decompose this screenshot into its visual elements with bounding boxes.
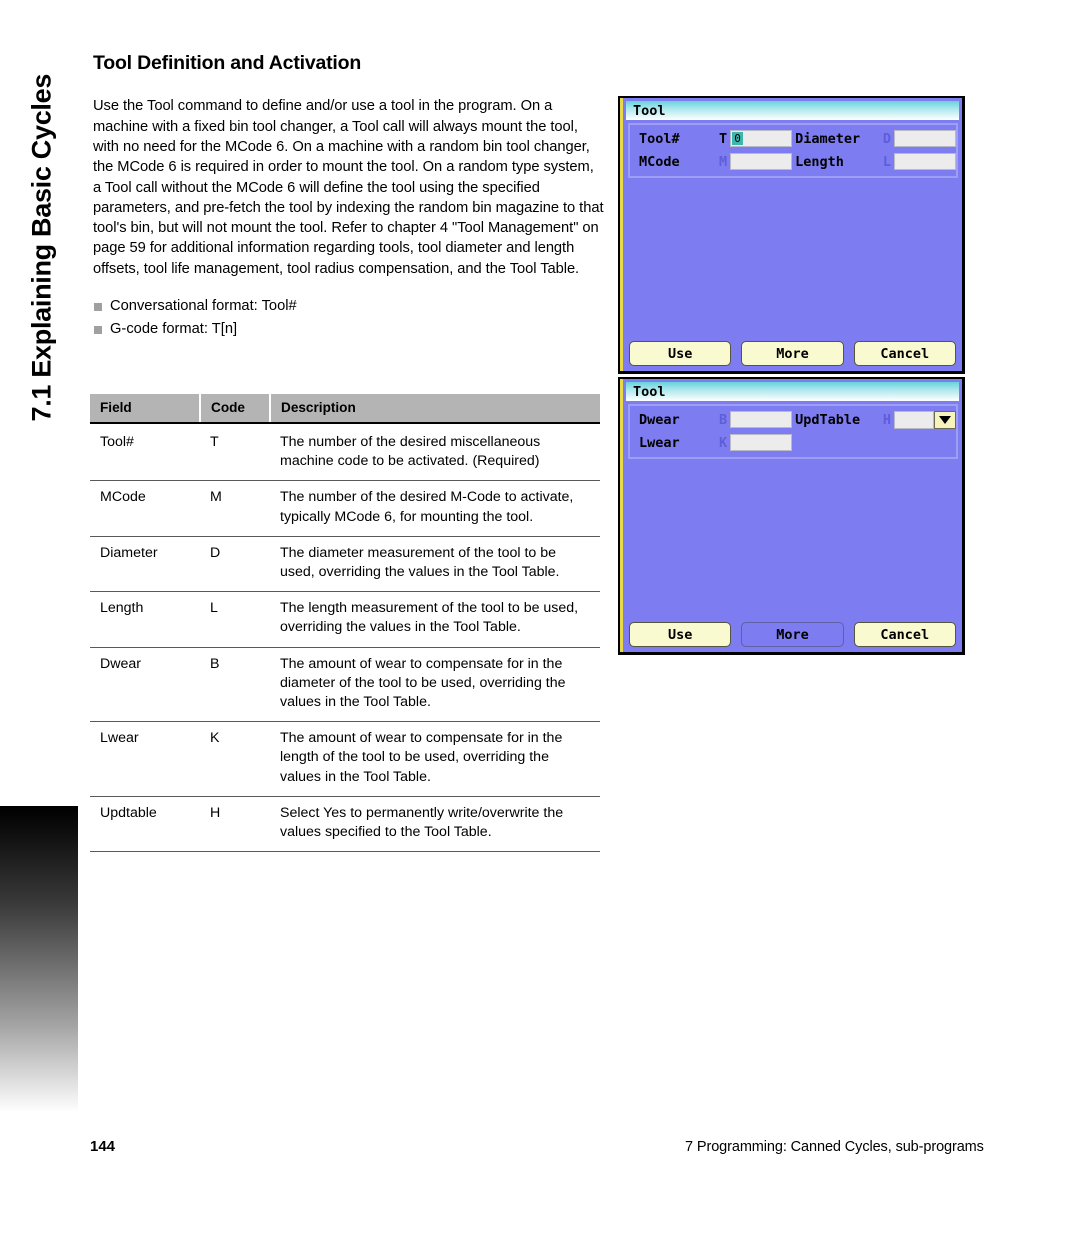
field-reference-table: Field Code Description Tool# T The numbe… [90,394,600,853]
cell-field: Diameter [90,536,200,593]
field-label: Length [795,153,844,170]
table-header-row: Field Code Description [90,394,600,424]
dialog-titlebar-page1: Tool [626,101,959,120]
table-row: Tool# T The number of the desired miscel… [90,423,600,482]
cancel-button[interactable]: Cancel [853,341,956,366]
field-label: UpdTable [795,411,861,428]
field-label: MCode [639,153,680,170]
cell-description: The number of the desired miscellaneous … [270,423,600,482]
dialog-empty-area-page2 [623,459,962,622]
field-group-page1: Tool# T 0 Diameter D MCode M Length L [628,123,958,178]
dialog-empty-area-page1 [623,178,962,341]
field-code: M [719,153,728,170]
dialog-button-bar-page1: Use More Cancel [623,341,962,371]
cell-field: Lwear [90,721,200,797]
column-header-description: Description [270,394,600,424]
field-label: Dwear [639,411,680,428]
body-paragraph: Use the Tool command to define and/or us… [93,98,604,277]
cell-description: The amount of wear to compensate for in … [270,647,600,723]
field-code: B [719,411,728,428]
field-length[interactable]: Length L [792,153,956,170]
table-row: Dwear B The amount of wear to compensate… [90,647,600,723]
column-header-code: Code [200,394,271,424]
field-group-page2: Dwear B UpdTable H Lwear K [628,404,958,459]
lwear-input[interactable] [730,434,793,451]
cell-code: D [200,536,270,593]
main-content: Tool Definition and Activation Use the T… [93,52,605,342]
list-item: G-code format: T[n] [93,319,605,340]
cell-description: The number of the desired M-Code to acti… [270,480,600,537]
dialog-button-bar-page2: Use More Cancel [623,622,962,652]
updtable-select[interactable] [894,410,956,429]
field-diameter[interactable]: Diameter D [792,130,956,147]
field-lwear[interactable]: Lwear K [630,434,793,451]
diameter-input[interactable] [894,130,956,147]
field-label: Diameter [795,130,861,147]
cell-code: H [200,796,270,853]
mcode-input[interactable] [730,153,793,170]
tool-number-input[interactable]: 0 [730,130,793,147]
format-bullet-list: Conversational format: Tool# G-code form… [93,296,605,340]
page-title: Tool Definition and Activation [93,52,362,74]
cell-code: B [200,647,270,723]
table-row: Lwear K The amount of wear to compensate… [90,721,600,797]
field-tool-number[interactable]: Tool# T 0 [630,130,793,147]
dialog-titlebar-page2: Tool [626,382,959,401]
field-updtable[interactable]: UpdTable H [792,410,956,429]
table-row: Updtable H Select Yes to permanently wri… [90,796,600,853]
updtable-select-value [894,410,934,429]
table-row: Diameter D The diameter measurement of t… [90,536,600,593]
chevron-down-icon[interactable] [934,410,956,429]
cell-code: M [200,480,270,537]
length-input[interactable] [894,153,956,170]
cnc-dialog-screenshot-page1: Tool Tool# T 0 Diameter D MCode M Length… [618,96,965,374]
field-code: K [719,434,728,451]
use-button[interactable]: Use [629,622,732,647]
cell-field: Length [90,591,200,648]
field-label: Tool# [639,130,680,147]
field-code: D [882,130,892,147]
cell-description: The amount of wear to compensate for in … [270,721,600,797]
chapter-side-title: 7.1 Explaining Basic Cycles [26,73,57,422]
more-button[interactable]: More [741,341,844,366]
field-code: L [882,153,892,170]
field-code: H [882,411,892,428]
page-edge-thumb-tab [0,806,78,1112]
cell-field: Dwear [90,647,200,723]
cancel-button[interactable]: Cancel [853,622,956,647]
cell-description: The length measurement of the tool to be… [270,591,600,648]
cnc-dialog-screenshot-page2: Tool Dwear B UpdTable H Lwear K Use More… [618,377,965,655]
dwear-input[interactable] [730,411,793,428]
field-dwear[interactable]: Dwear B [630,411,793,428]
field-label: Lwear [639,434,680,451]
table-row: Length L The length measurement of the t… [90,591,600,648]
use-button[interactable]: Use [629,341,732,366]
field-mcode[interactable]: MCode M [630,153,793,170]
table-row: MCode M The number of the desired M-Code… [90,480,600,537]
footer-chapter-note: 7 Programming: Canned Cycles, sub-progra… [685,1139,984,1155]
cell-code: L [200,591,270,648]
cell-code: T [200,423,270,482]
column-header-field: Field [90,394,201,424]
field-row: Dwear B UpdTable H [630,409,956,430]
text-caret: 0 [732,132,744,145]
more-button[interactable]: More [741,622,844,647]
cell-field: Updtable [90,796,200,853]
list-item: Conversational format: Tool# [93,296,605,317]
cell-description: The diameter measurement of the tool to … [270,536,600,593]
field-row: MCode M Length L [630,151,956,172]
triangle-glyph [939,415,951,424]
cell-field: Tool# [90,423,200,482]
cell-field: MCode [90,480,200,537]
field-code: T [719,130,728,147]
cell-code: K [200,721,270,797]
page-number: 144 [90,1138,116,1155]
cell-description: Select Yes to permanently write/overwrit… [270,796,600,853]
field-row: Lwear K [630,432,956,453]
field-row: Tool# T 0 Diameter D [630,128,956,149]
